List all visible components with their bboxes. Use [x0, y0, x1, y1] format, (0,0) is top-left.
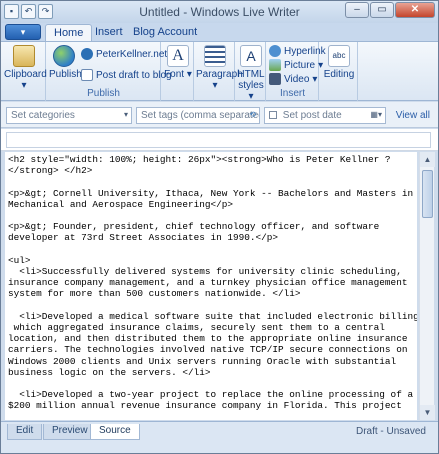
publish-group: Publish PeterKellner.net ▾ Post draft to…	[47, 42, 175, 101]
font-label: Font	[164, 69, 185, 80]
clipboard-icon	[13, 45, 35, 67]
html-styles-line2: styles	[238, 80, 264, 91]
spellcheck-icon: abc	[328, 45, 350, 67]
editing-group: abc Editing	[320, 42, 358, 101]
blog-name: PeterKellner.net	[96, 48, 168, 60]
clipboard-button[interactable]: Clipboard ▾	[4, 45, 47, 91]
source-editor[interactable]: <h2 style="width: 100%; height: 26px"><s…	[5, 152, 417, 420]
insert-group: Hyperlink Picture ▾ Video ▾ Insert	[267, 42, 326, 101]
paragraph-group: Paragraph ▾	[195, 42, 243, 101]
html-styles-button[interactable]: A HTML styles ▾	[237, 45, 265, 102]
tab-source[interactable]: Source	[90, 424, 140, 440]
html-source: <h2 style="width: 100%; height: 26px"><s…	[8, 154, 417, 412]
publish-label: Publish	[49, 69, 82, 80]
picture-icon	[269, 59, 281, 71]
bottom-bar: Edit Preview Source Draft - Unsaved	[1, 421, 438, 453]
picture-label: Picture	[284, 59, 316, 71]
clipboard-label: Clipboard	[4, 69, 47, 80]
font-group: A Font ▾	[162, 42, 194, 101]
calendar-icon[interactable]: ▦▾	[370, 110, 382, 119]
hyperlink-icon	[269, 45, 281, 57]
post-title-input[interactable]	[6, 132, 431, 148]
minimize-button[interactable]: –	[345, 2, 369, 18]
editing-label: Editing	[323, 69, 355, 80]
post-title-row	[1, 129, 438, 151]
scroll-down-icon[interactable]: ▼	[420, 405, 435, 420]
tab-home[interactable]: Home	[45, 24, 93, 41]
paragraph-button[interactable]: Paragraph ▾	[196, 45, 243, 91]
maximize-button[interactable]: ▭	[370, 2, 394, 18]
status-bar: Draft - Unsaved	[1, 426, 438, 453]
tab-edit[interactable]: Edit	[7, 424, 43, 440]
title-bar: ▪ ↶ ↷ Untitled - Windows Live Writer – ▭…	[1, 1, 438, 23]
scroll-up-icon[interactable]: ▲	[420, 152, 435, 167]
wordpress-icon	[81, 48, 93, 60]
chevron-down-icon: ▾	[123, 110, 128, 119]
video-icon	[269, 73, 281, 85]
insert-group-label: Insert	[279, 88, 305, 99]
categories-field[interactable]: Set categories ▾	[6, 107, 132, 124]
window-controls: – ▭ ✕	[345, 2, 435, 18]
checkbox[interactable]	[269, 111, 277, 119]
post-draft-button[interactable]: Post draft to blog	[81, 69, 172, 81]
tags-placeholder: Set tags (comma separated)	[141, 110, 260, 121]
picture-button[interactable]: Picture ▾	[269, 59, 323, 71]
paragraph-icon	[204, 45, 226, 67]
ribbon-tab-row: ▾ Home Insert Blog Account	[1, 23, 438, 41]
hyperlink-button[interactable]: Hyperlink	[269, 45, 326, 57]
post-date-field[interactable]: Set post date ▦▾	[264, 107, 386, 124]
close-button[interactable]: ✕	[395, 2, 435, 18]
post-draft-label: Post draft to blog	[96, 69, 172, 81]
tab-preview[interactable]: Preview	[43, 424, 97, 440]
tab-insert[interactable]: Insert	[87, 24, 131, 41]
video-button[interactable]: Video ▾	[269, 73, 317, 85]
post-date-placeholder: Set post date	[282, 110, 342, 121]
video-label: Video	[284, 73, 310, 85]
vertical-scrollbar[interactable]: ▲ ▼	[419, 152, 435, 420]
view-all-link[interactable]: View all	[396, 110, 430, 121]
font-button[interactable]: A Font ▾	[164, 45, 192, 80]
status-text: Draft - Unsaved	[355, 426, 426, 437]
globe-icon	[53, 45, 75, 67]
styles-icon: A	[240, 45, 262, 67]
post-options-bar: Set categories ▾ Set tags (comma separat…	[1, 102, 438, 128]
refresh-icon[interactable]: ⟲	[249, 110, 256, 119]
categories-placeholder: Set categories	[11, 110, 75, 121]
publish-group-label: Publish	[87, 88, 120, 99]
app-menu-button[interactable]: ▾	[5, 24, 41, 40]
tab-blog-account[interactable]: Blog Account	[125, 24, 205, 41]
html-styles-line1: HTML	[237, 69, 265, 80]
clipboard-group: Clipboard ▾	[1, 42, 47, 101]
html-styles-group: A HTML styles ▾	[236, 42, 266, 102]
app-window: ▪ ↶ ↷ Untitled - Windows Live Writer – ▭…	[0, 0, 439, 454]
ribbon: Clipboard ▾ Publish PeterKellner.net ▾ P…	[1, 41, 438, 102]
publish-button[interactable]: Publish	[49, 45, 82, 80]
scroll-thumb[interactable]	[422, 170, 433, 218]
font-icon: A	[167, 45, 189, 67]
editing-button[interactable]: abc Editing	[322, 45, 356, 80]
draft-icon	[81, 69, 93, 81]
tags-field[interactable]: Set tags (comma separated) ⟲	[136, 107, 260, 124]
